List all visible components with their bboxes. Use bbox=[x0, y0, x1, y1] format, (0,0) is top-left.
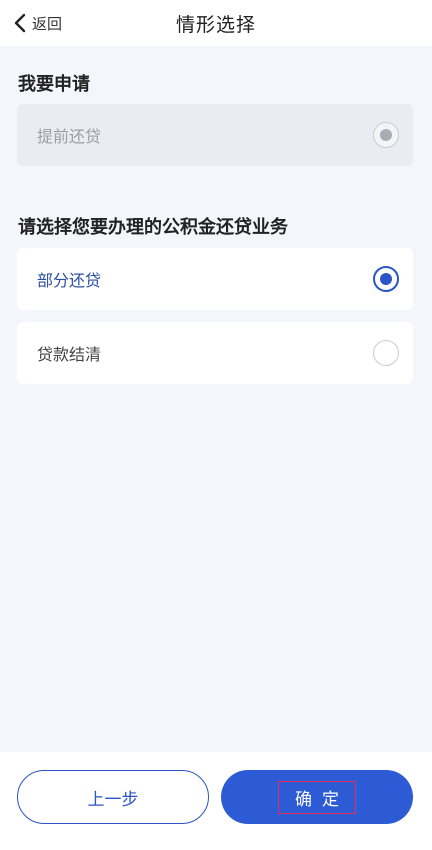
radio-checked[interactable] bbox=[373, 266, 399, 292]
apply-section-title: 我要申请 bbox=[18, 74, 90, 95]
business-section-title: 请选择您要办理的公积金还贷业务 bbox=[18, 217, 288, 238]
confirm-button[interactable]: 确定 bbox=[221, 770, 413, 824]
option-early-repayment: 提前还贷 bbox=[17, 104, 413, 166]
back-button[interactable]: 返回 bbox=[14, 0, 62, 46]
back-label: 返回 bbox=[32, 14, 63, 33]
option-label: 部分还贷 bbox=[37, 271, 102, 290]
option-label: 提前还贷 bbox=[37, 127, 102, 146]
option-label: 贷款结清 bbox=[37, 345, 102, 364]
radio-disabled bbox=[373, 122, 399, 148]
chevron-left-icon bbox=[14, 13, 26, 33]
footer-bar: 上一步 确定 bbox=[0, 752, 432, 850]
confirm-label: 确定 bbox=[278, 780, 356, 814]
radio-unchecked[interactable] bbox=[373, 340, 399, 366]
option-partial-repayment[interactable]: 部分还贷 bbox=[17, 248, 413, 310]
top-nav-bar: 返回 情形选择 bbox=[0, 0, 432, 46]
previous-step-button[interactable]: 上一步 bbox=[17, 770, 209, 824]
page-title: 情形选择 bbox=[175, 13, 256, 36]
option-loan-settlement[interactable]: 贷款结清 bbox=[17, 322, 413, 384]
